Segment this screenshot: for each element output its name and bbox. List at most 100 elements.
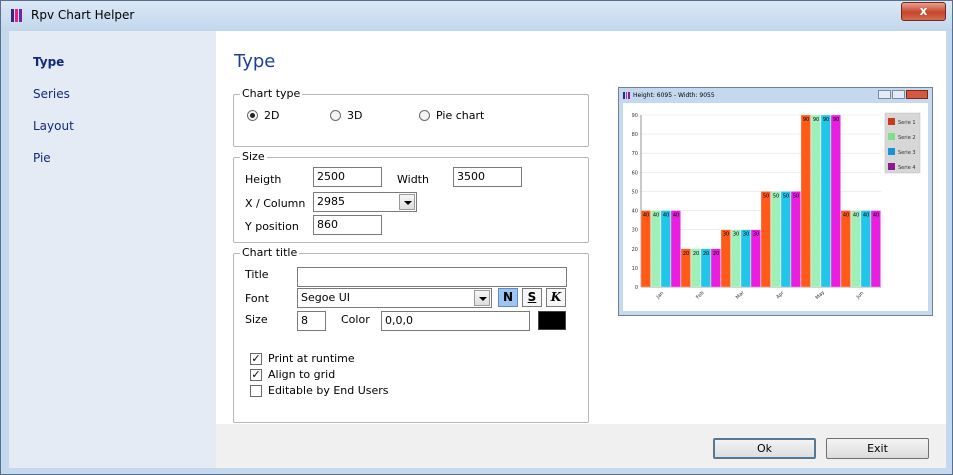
bar: [780, 191, 791, 288]
legend-swatch: [888, 163, 895, 170]
y-tick-label: 30: [632, 228, 638, 234]
bar-data-label: 20: [703, 251, 709, 257]
chart-title-group: Chart title Title Font Segoe UI N S K Si…: [233, 246, 589, 423]
close-icon: [906, 90, 928, 99]
height-input[interactable]: 2500: [313, 167, 382, 187]
bar: [770, 191, 781, 288]
editable-by-end-users-checkbox[interactable]: [250, 385, 262, 397]
align-to-grid-checkbox[interactable]: ✓: [250, 369, 262, 381]
preview-title: Height: 6095 - Width: 9055: [633, 92, 715, 99]
radio-2d[interactable]: [247, 110, 258, 121]
bar-data-label: 20: [693, 251, 699, 257]
client-area: Type Series Layout Pie Type Chart type 2…: [9, 31, 946, 468]
preview-app-icon: [623, 92, 630, 99]
chevron-down-icon[interactable]: [474, 290, 490, 306]
print-at-runtime-label[interactable]: Print at runtime: [268, 352, 355, 365]
align-to-grid-label[interactable]: Align to grid: [268, 368, 335, 381]
y-tick-label: 90: [632, 113, 638, 119]
bar-data-label: 40: [643, 213, 649, 219]
x-column-select[interactable]: 2985: [313, 192, 417, 212]
legend-label: Serie 3: [898, 150, 916, 156]
ok-button[interactable]: Ok: [713, 438, 816, 459]
y-tick-label: 60: [632, 170, 638, 176]
bar: [790, 191, 801, 288]
y-tick-label: 10: [632, 266, 638, 272]
title-bar[interactable]: Rpv Chart Helper x: [1, 1, 952, 31]
bar-data-label: 30: [743, 232, 749, 238]
radio-3d-label[interactable]: 3D: [347, 109, 362, 122]
bar-data-label: 90: [833, 117, 839, 123]
font-select[interactable]: Segoe UI: [297, 288, 492, 308]
y-tick-label: 40: [632, 209, 638, 215]
underline-button[interactable]: S: [522, 288, 542, 307]
radio-3d[interactable]: [330, 110, 341, 121]
font-label: Font: [245, 292, 269, 305]
bar: [720, 229, 731, 288]
bar-data-label: 30: [753, 232, 759, 238]
print-at-runtime-checkbox[interactable]: ✓: [250, 353, 262, 365]
bar-data-label: 90: [823, 117, 829, 123]
bar-data-label: 40: [673, 213, 679, 219]
height-label: Heigth: [245, 173, 282, 186]
bar-data-label: 40: [843, 213, 849, 219]
bar: [810, 114, 821, 288]
legend-label: Serie 4: [898, 165, 916, 171]
size-input[interactable]: 8: [297, 311, 326, 331]
y-position-input[interactable]: 860: [313, 215, 382, 235]
sidebar-item-type[interactable]: Type: [33, 55, 64, 69]
color-label: Color: [341, 313, 370, 326]
x-column-label: X / Column: [245, 197, 306, 210]
bar-data-label: 30: [733, 232, 739, 238]
chevron-down-icon[interactable]: [399, 194, 415, 210]
title-label: Title: [245, 268, 269, 281]
bar: [860, 210, 871, 288]
radio-pie-chart-label[interactable]: Pie chart: [436, 109, 484, 122]
bold-button[interactable]: N: [498, 288, 518, 307]
italic-button[interactable]: K: [546, 288, 566, 307]
sidebar-item-layout[interactable]: Layout: [33, 119, 74, 133]
bar-data-label: 30: [723, 232, 729, 238]
bar-data-label: 40: [663, 213, 669, 219]
sidebar-item-pie[interactable]: Pie: [33, 151, 51, 165]
preview-body: 0 10 20 30 40 50 60 70 80 90 40 40 40 40 Jan 20 20 20 20 Fe…: [623, 103, 928, 311]
color-input[interactable]: 0,0,0: [381, 311, 530, 331]
title-input[interactable]: [297, 267, 567, 287]
close-button[interactable]: x: [901, 2, 946, 21]
app-icon: [11, 9, 25, 23]
bar: [730, 229, 741, 288]
group-label: Chart type: [240, 87, 303, 100]
bar: [820, 114, 831, 288]
bar: [840, 210, 851, 288]
legend-label: Serie 2: [898, 135, 916, 141]
y-tick-label: 0: [635, 285, 638, 291]
preview-chart: 0 10 20 30 40 50 60 70 80 90 40 40 40 40 Jan 20 20 20 20 Fe…: [632, 112, 921, 301]
bar-data-label: 90: [813, 117, 819, 123]
bar: [660, 210, 671, 288]
width-label: Width: [397, 173, 429, 186]
x-tick-label: Mar: [735, 289, 747, 301]
radio-pie-chart[interactable]: [419, 110, 430, 121]
button-bar: Ok Exit: [216, 424, 946, 468]
legend-swatch: [888, 133, 895, 140]
legend-swatch: [888, 118, 895, 125]
window-title: Rpv Chart Helper: [31, 8, 135, 22]
radio-2d-label[interactable]: 2D: [264, 109, 279, 122]
font-value: Segoe UI: [301, 291, 351, 304]
color-swatch[interactable]: [538, 311, 566, 330]
sidebar-item-series[interactable]: Series: [33, 87, 70, 101]
width-input[interactable]: 3500: [453, 167, 522, 187]
bar-data-label: 40: [853, 213, 859, 219]
bar: [830, 114, 841, 288]
bar-data-label: 40: [863, 213, 869, 219]
editable-by-end-users-label[interactable]: Editable by End Users: [268, 384, 389, 397]
size-label: Size: [245, 313, 268, 326]
x-tick-label: Jun: [855, 290, 865, 300]
chart-helper-window: Rpv Chart Helper x Type Series Layout Pi…: [0, 0, 953, 475]
bar: [750, 229, 761, 288]
bar-data-label: 40: [653, 213, 659, 219]
legend-swatch: [888, 148, 895, 155]
exit-button[interactable]: Exit: [826, 438, 929, 459]
bar-data-label: 50: [773, 193, 779, 199]
bar-data-label: 50: [763, 193, 769, 199]
x-tick-label: Feb: [695, 290, 706, 301]
